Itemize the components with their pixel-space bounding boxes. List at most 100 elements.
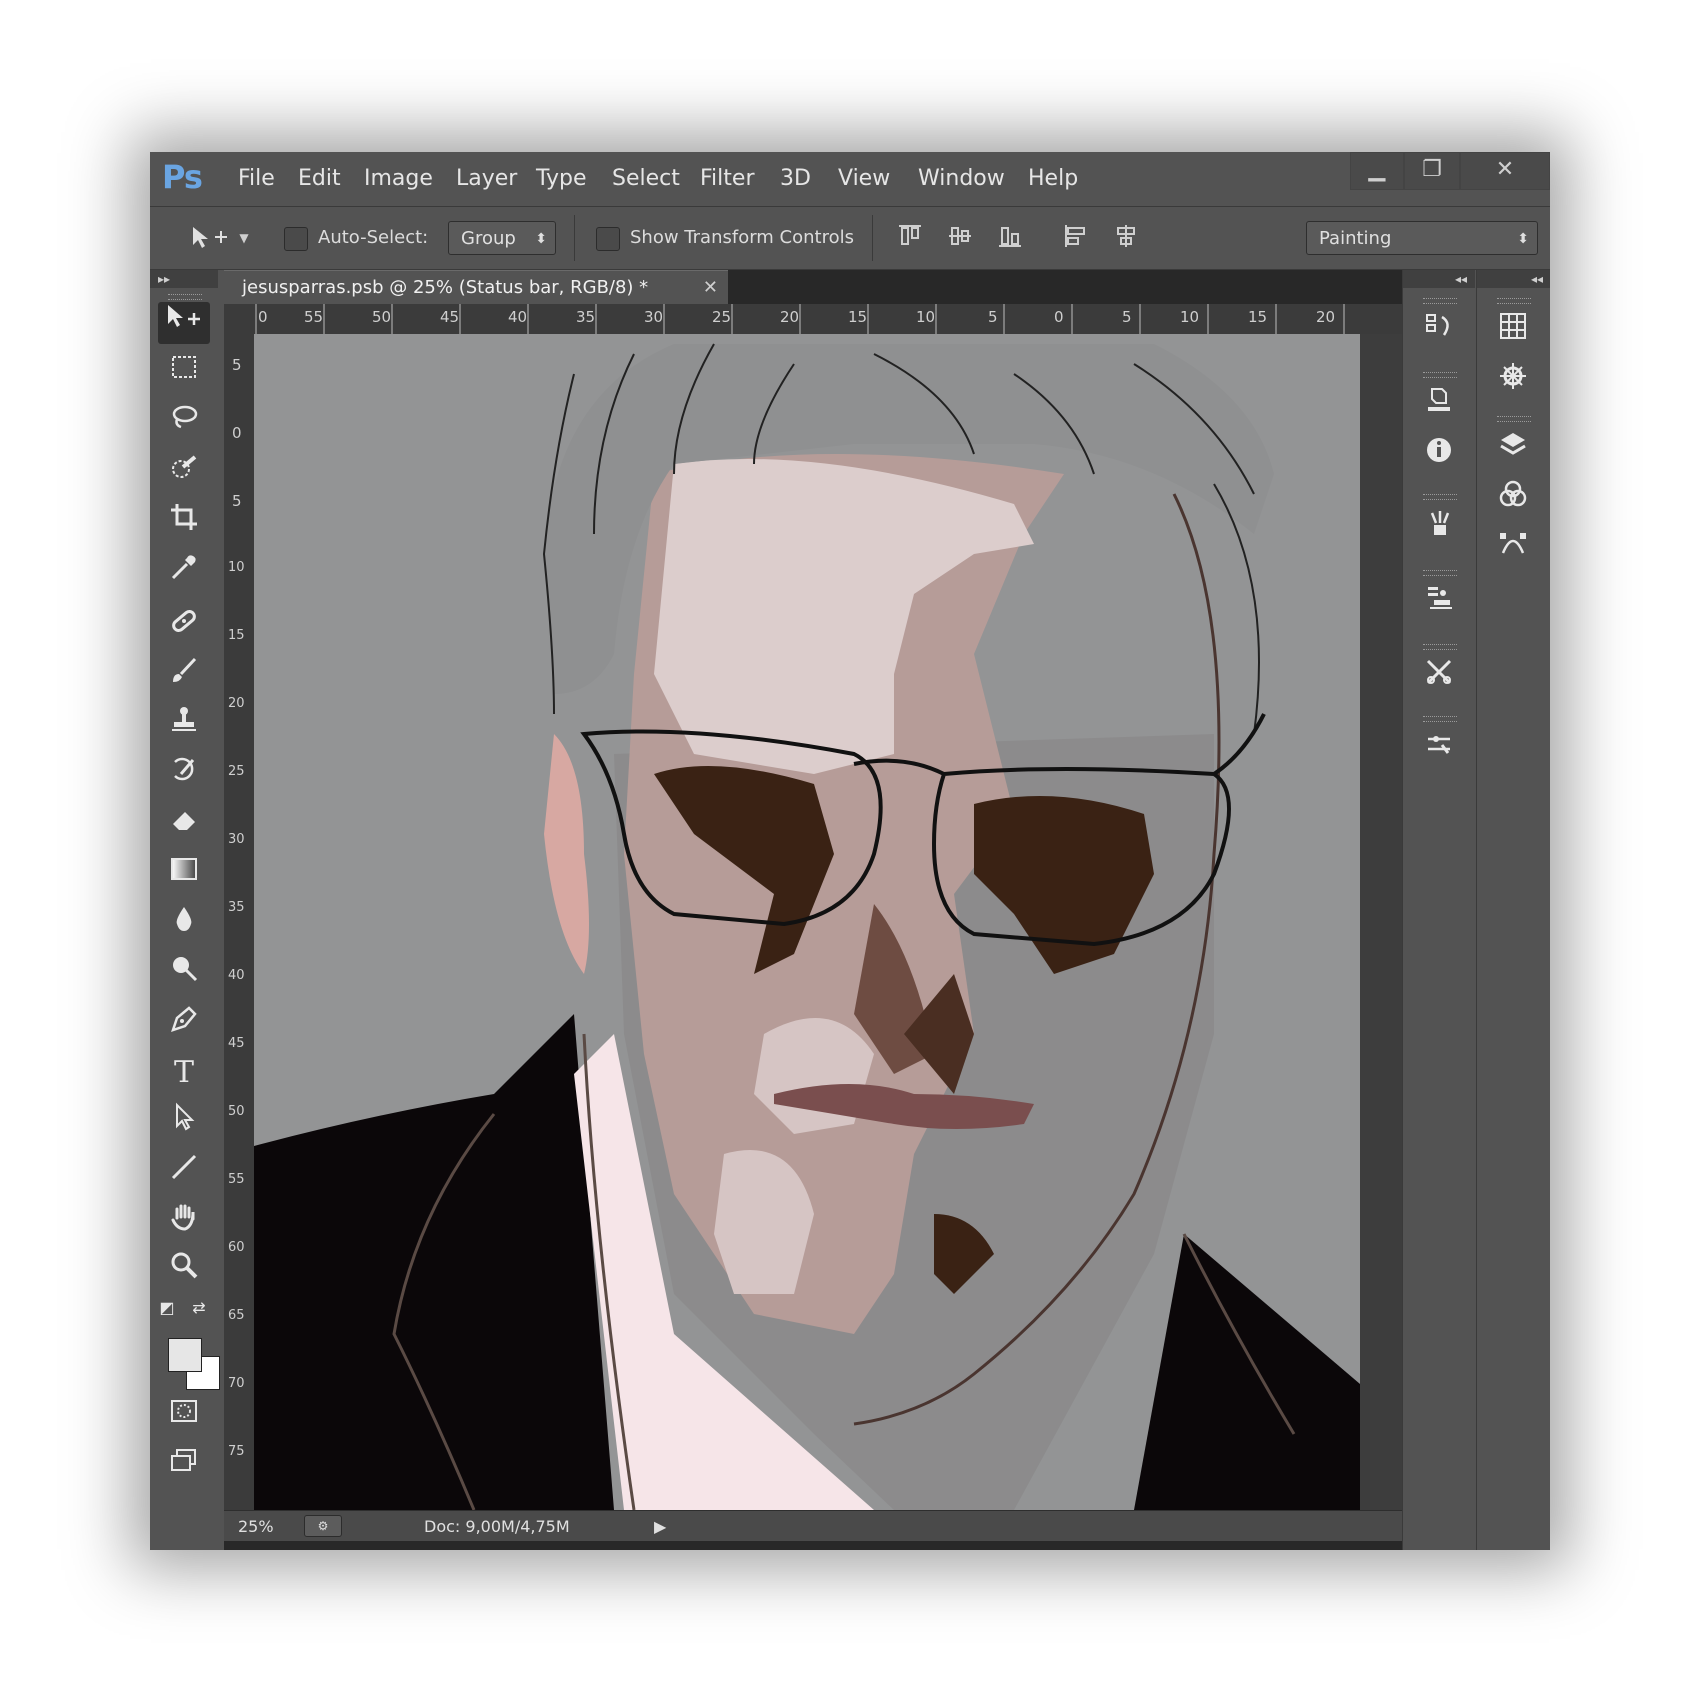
channels-icon[interactable]	[1487, 478, 1539, 522]
foreground-color-swatch[interactable]	[168, 1338, 202, 1372]
zoom-level[interactable]: 25%	[238, 1517, 274, 1536]
auto-select-dropdown[interactable]: Group ⬍	[448, 221, 556, 255]
updown-arrow-icon: ⬍	[535, 231, 547, 247]
pen-icon[interactable]	[158, 1004, 210, 1046]
ruler-label: 50	[372, 308, 392, 326]
minimize-button[interactable]: ▁	[1350, 152, 1404, 190]
ruler-label: 75	[228, 1444, 245, 1459]
canvas[interactable]	[254, 334, 1360, 1510]
menu-layer[interactable]: Layer	[456, 166, 517, 191]
menu-window[interactable]: Window	[918, 166, 1005, 191]
chevron-down-icon[interactable]: ▼	[236, 223, 252, 253]
document-tab[interactable]: jesusparras.psb @ 25% (Status bar, RGB/8…	[224, 270, 728, 304]
ruler-label: 60	[228, 1240, 245, 1255]
eraser-icon[interactable]	[158, 804, 210, 846]
panel-grip[interactable]	[1423, 372, 1457, 378]
paths-icon[interactable]	[1487, 528, 1539, 572]
align-left-icon[interactable]	[1062, 223, 1090, 253]
ruler-label: 55	[304, 308, 324, 326]
menu-select[interactable]: Select	[612, 166, 680, 191]
panel-grip[interactable]	[168, 294, 202, 300]
auto-select-label: Auto-Select:	[318, 227, 429, 248]
auto-select-checkbox[interactable]	[284, 227, 308, 251]
menu-filter[interactable]: Filter	[700, 166, 754, 191]
path-select-icon[interactable]	[158, 1102, 210, 1144]
ruler-label: 5	[1122, 308, 1132, 326]
menu-image[interactable]: Image	[364, 166, 433, 191]
line-tool-icon[interactable]	[158, 1152, 210, 1194]
brush-settings-icon[interactable]	[1413, 728, 1465, 772]
crop-icon[interactable]	[158, 502, 210, 544]
panel-grip[interactable]	[1497, 416, 1531, 422]
eyedropper-icon[interactable]	[158, 552, 210, 594]
document-title: jesusparras.psb @ 25% (Status bar, RGB/8…	[242, 277, 649, 298]
vertical-ruler[interactable]: 5 0 5 10 15 20 25 30 35 40 45 50 55 60 6…	[224, 334, 254, 1534]
panel-grip[interactable]	[1423, 298, 1457, 304]
ruler-label: 0	[258, 308, 268, 326]
collapse-arrows-icon[interactable]: ◂◂	[1477, 270, 1550, 288]
status-bar: 25% ⚙ Doc: 9,00M/4,75M ▶	[224, 1510, 1440, 1541]
blur-drop-icon[interactable]	[158, 904, 210, 946]
quick-select-icon[interactable]	[158, 452, 210, 494]
zoom-tool-icon[interactable]	[158, 1250, 210, 1292]
panel-dock-2: ◂◂	[1476, 270, 1550, 1550]
move-tool-icon[interactable]	[158, 302, 210, 344]
brush-icon[interactable]	[158, 656, 210, 698]
type-tool-icon[interactable]: T	[158, 1052, 210, 1094]
default-colors-icon[interactable]: ◩	[152, 1294, 182, 1322]
ruler-label: 70	[228, 1376, 245, 1391]
panel-grip[interactable]	[1423, 716, 1457, 722]
panel-grip[interactable]	[1423, 494, 1457, 500]
close-tab-icon[interactable]: ✕	[703, 271, 718, 305]
align-bottom-icon[interactable]	[996, 223, 1024, 253]
history-brush-icon[interactable]	[158, 754, 210, 796]
info-icon[interactable]	[1413, 434, 1465, 478]
clone-stamp-icon[interactable]	[158, 704, 210, 746]
tools-panel: ▸▸ T ◩ ⇄	[150, 270, 220, 1550]
lasso-icon[interactable]	[158, 402, 210, 444]
ruler-label: 35	[228, 900, 245, 915]
swap-colors-icon[interactable]: ⇄	[184, 1294, 214, 1322]
ruler-label: 20	[780, 308, 800, 326]
close-button[interactable]: ✕	[1460, 152, 1550, 190]
align-hcenter-icon[interactable]	[1112, 223, 1140, 253]
restore-button[interactable]: ❐	[1404, 152, 1460, 190]
align-vcenter-icon[interactable]	[946, 223, 974, 253]
ruler-label: 20	[1316, 308, 1336, 326]
gradient-icon[interactable]	[158, 854, 210, 896]
menu-type[interactable]: Type	[536, 166, 587, 191]
menu-help[interactable]: Help	[1028, 166, 1078, 191]
brush-presets-icon[interactable]	[1413, 508, 1465, 552]
menu-file[interactable]: File	[238, 166, 275, 191]
horizontal-ruler[interactable]: 0 55 50 45 40 35 30 25 20 15 10 5 0 5 10…	[224, 304, 1440, 334]
separator	[574, 215, 575, 261]
3d-panel-icon[interactable]	[1413, 384, 1465, 428]
updown-arrow-icon: ⬍	[1517, 231, 1529, 247]
swatches-grid-icon[interactable]	[1487, 310, 1539, 354]
quick-mask-icon[interactable]	[158, 1396, 210, 1438]
dodge-icon[interactable]	[158, 954, 210, 996]
history-panel-icon[interactable]	[1413, 310, 1465, 354]
panel-grip[interactable]	[1497, 298, 1531, 304]
status-options-icon[interactable]: ⚙	[304, 1515, 342, 1537]
panel-grip[interactable]	[1423, 570, 1457, 576]
status-menu-arrow[interactable]: ▶	[654, 1517, 666, 1536]
clone-source-icon[interactable]	[1413, 582, 1465, 626]
move-tool-preset-icon[interactable]	[186, 223, 236, 253]
hand-tool-icon[interactable]	[158, 1202, 210, 1244]
align-top-icon[interactable]	[896, 223, 924, 253]
collapse-arrows-icon[interactable]: ◂◂	[1403, 270, 1475, 288]
healing-brush-icon[interactable]	[158, 606, 210, 648]
menu-3d[interactable]: 3D	[780, 166, 811, 191]
transform-controls-checkbox[interactable]	[596, 227, 620, 251]
menu-edit[interactable]: Edit	[298, 166, 341, 191]
collapse-arrows-icon[interactable]: ▸▸	[150, 270, 218, 288]
panel-grip[interactable]	[1423, 644, 1457, 650]
navigator-wheel-icon[interactable]	[1487, 360, 1539, 404]
workspace-dropdown[interactable]: Painting ⬍	[1306, 221, 1538, 255]
screen-mode-icon[interactable]	[158, 1446, 210, 1488]
layers-icon[interactable]	[1487, 428, 1539, 472]
tool-presets-icon[interactable]	[1413, 656, 1465, 700]
rect-marquee-icon[interactable]	[158, 352, 210, 394]
menu-view[interactable]: View	[838, 166, 890, 191]
